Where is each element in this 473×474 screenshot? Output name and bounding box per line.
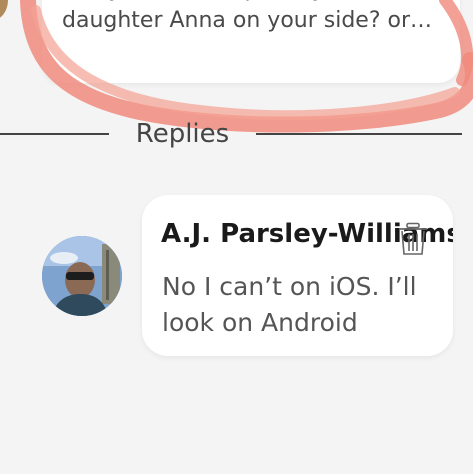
avatar-photo: [42, 236, 122, 316]
reply-card[interactable]: A.J. Parsley-Williams No I can’t on iOS.…: [142, 195, 453, 356]
trash-icon[interactable]: [397, 222, 429, 256]
avatar[interactable]: [42, 236, 122, 316]
original-message-card[interactable]: can you see the pic of your daughter Ann…: [42, 0, 460, 83]
replies-divider: Replies: [0, 115, 473, 153]
reply-text: No I can’t on iOS. I’ll look on Android: [162, 272, 417, 337]
previous-avatar[interactable]: [0, 0, 8, 20]
original-message-text: can you see the pic of your daughter Ann…: [62, 0, 433, 33]
replies-label: Replies: [135, 119, 230, 149]
divider-line-left: [0, 133, 109, 135]
divider-line-right: [256, 133, 462, 135]
screen: can you see the pic of your daughter Ann…: [0, 0, 473, 474]
